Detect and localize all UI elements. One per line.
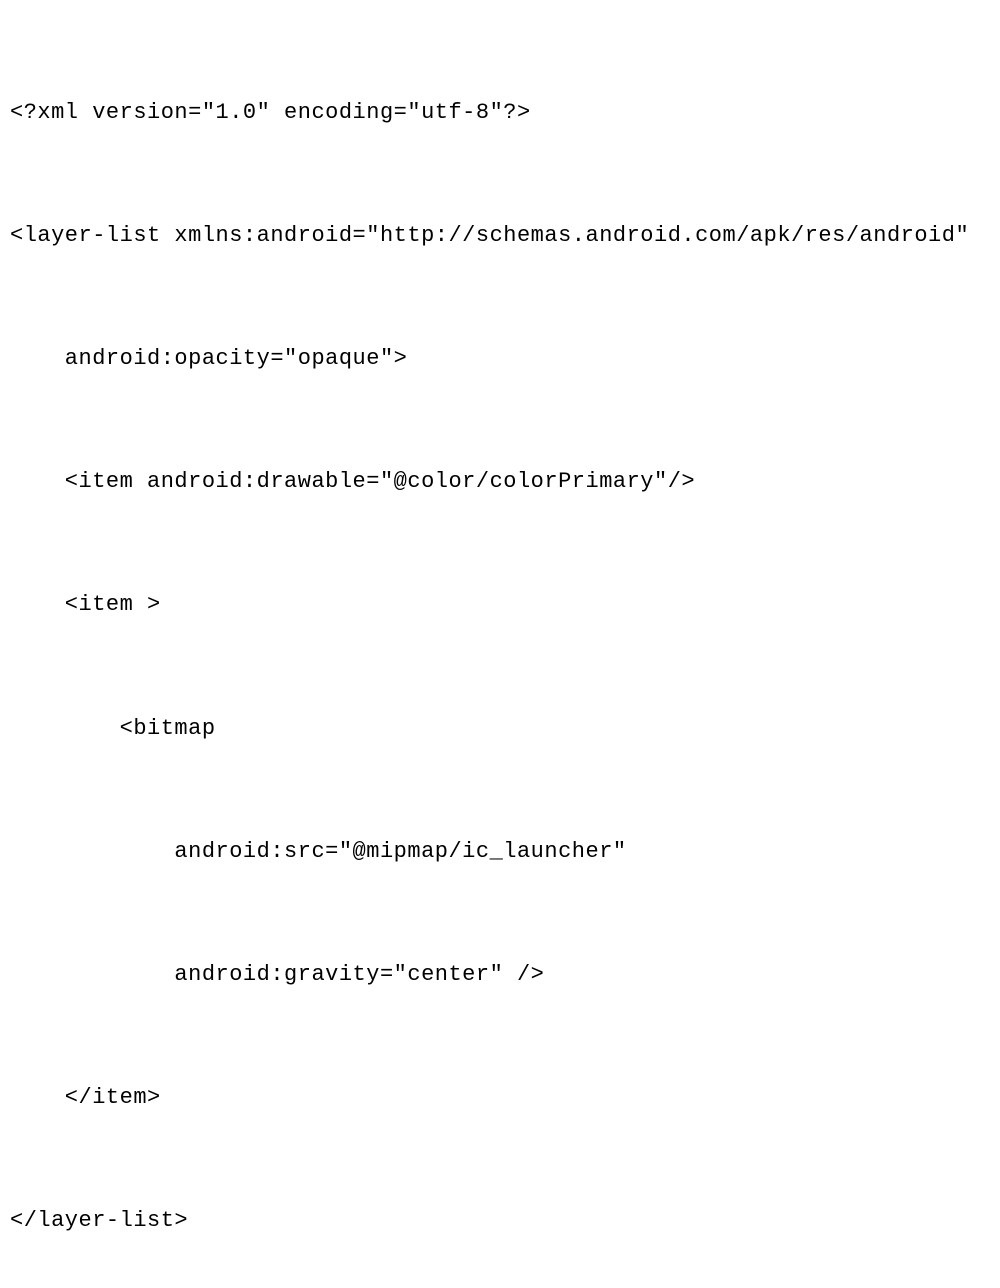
code-line-1: <?xml version="1.0" encoding="utf-8"?> xyxy=(10,82,990,144)
code-line-9: </item> xyxy=(10,1067,990,1129)
code-line-5: <item > xyxy=(10,574,990,636)
code-line-8: android:gravity="center" /> xyxy=(10,944,990,1006)
code-line-7: android:src="@mipmap/ic_launcher" xyxy=(10,821,990,883)
code-line-4: <item android:drawable="@color/colorPrim… xyxy=(10,451,990,513)
xml-code-block: <?xml version="1.0" encoding="utf-8"?> <… xyxy=(10,20,990,1288)
code-line-10: </layer-list> xyxy=(10,1190,990,1252)
code-line-2: <layer-list xmlns:android="http://schema… xyxy=(10,205,990,267)
code-line-6: <bitmap xyxy=(10,698,990,760)
code-line-3: android:opacity="opaque"> xyxy=(10,328,990,390)
